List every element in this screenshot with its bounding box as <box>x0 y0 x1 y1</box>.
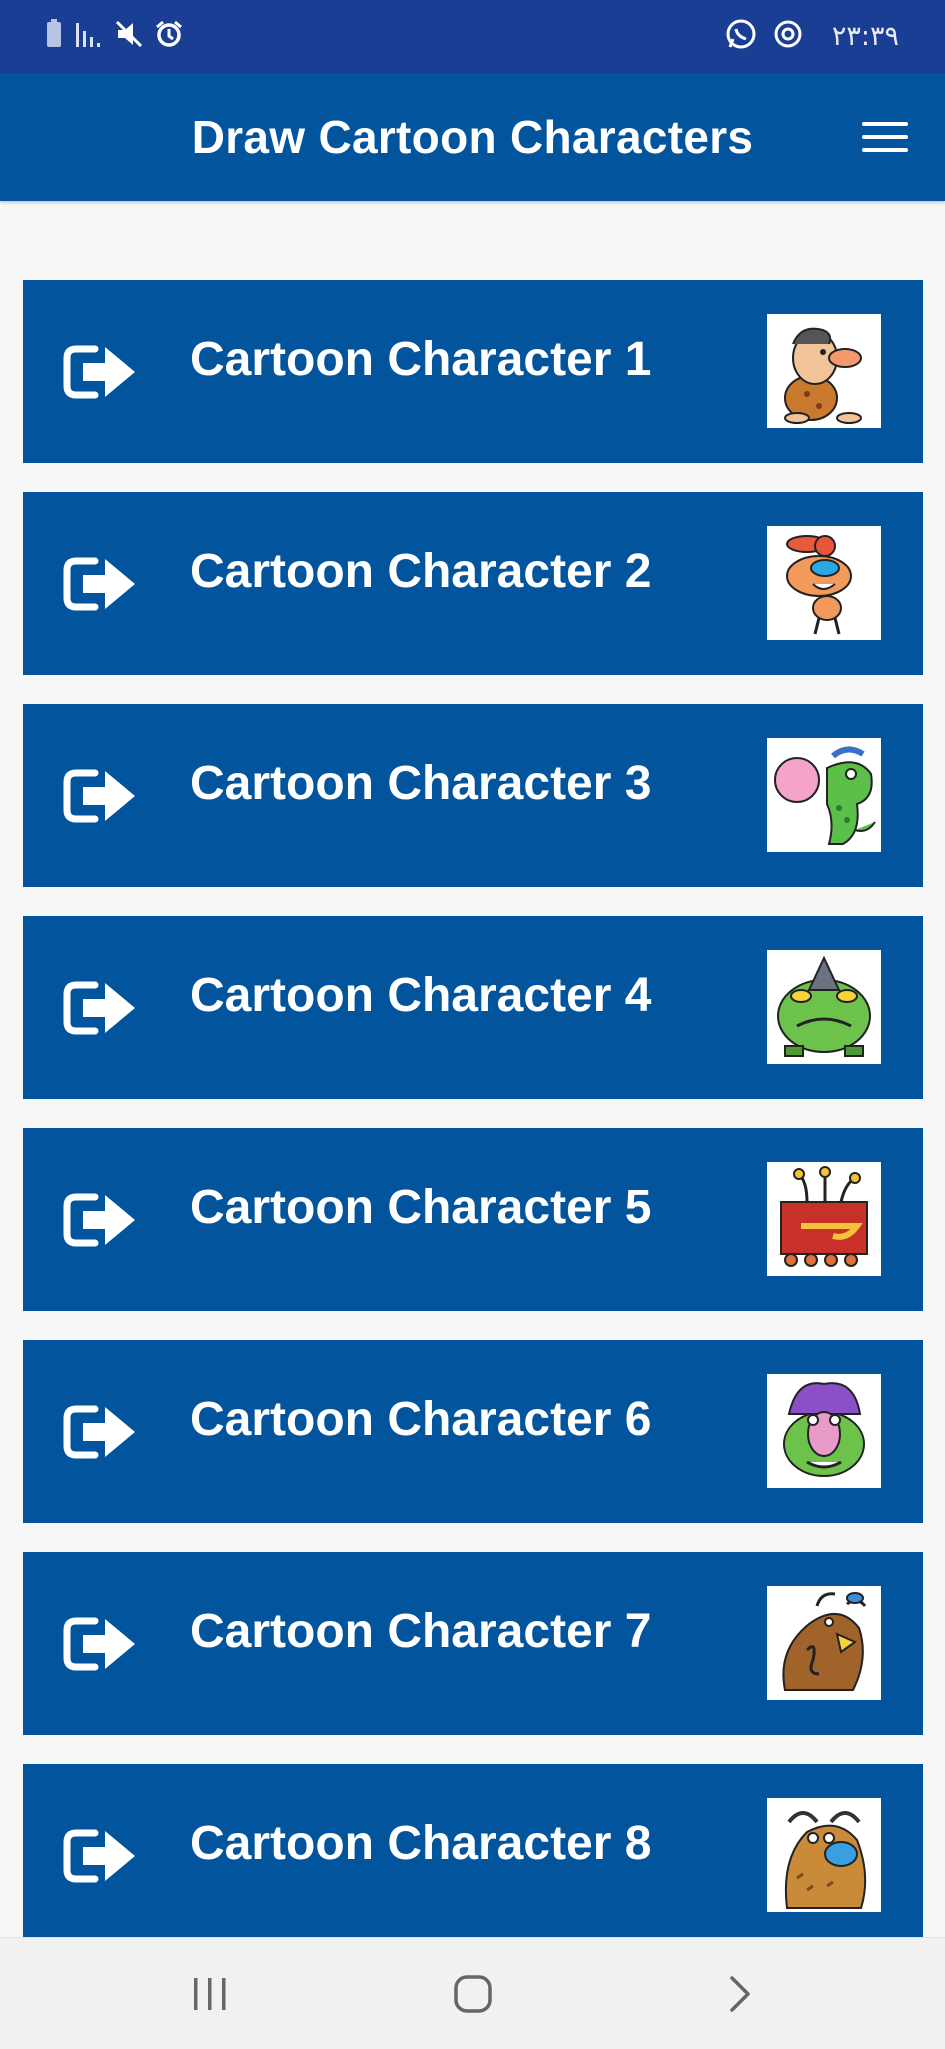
battery-icon <box>44 18 64 54</box>
exit-arrow-icon <box>63 981 135 1035</box>
character-list: Cartoon Character 1 Cartoon Character 2 <box>23 280 923 1976</box>
back-icon <box>730 1976 750 2012</box>
list-item-character-2[interactable]: Cartoon Character 2 <box>23 492 923 675</box>
sync-icon <box>772 18 804 55</box>
status-icons-right: ۲۳:۳۹ <box>724 18 899 54</box>
thumbnail-purple-hair-monster <box>767 1374 881 1488</box>
list-item-character-5[interactable]: Cartoon Character 5 <box>23 1128 923 1311</box>
list-item-character-1[interactable]: Cartoon Character 1 <box>23 280 923 463</box>
signal-icon <box>74 19 104 54</box>
item-label: Cartoon Character 4 <box>190 969 652 1022</box>
item-label: Cartoon Character 5 <box>190 1181 652 1234</box>
item-label: Cartoon Character 7 <box>190 1605 652 1658</box>
clock: ۲۳:۳۹ <box>831 20 899 52</box>
item-label: Cartoon Character 3 <box>190 757 652 810</box>
thumbnail-red-robot-monster <box>767 1162 881 1276</box>
mute-icon <box>114 19 144 54</box>
exit-arrow-icon <box>63 557 135 611</box>
thumbnail-cap-boy <box>767 526 881 640</box>
hamburger-menu-icon <box>862 122 908 152</box>
status-icons-left <box>44 18 184 54</box>
item-label: Cartoon Character 1 <box>190 333 652 386</box>
home-button[interactable] <box>443 1964 503 2024</box>
thumbnail-horned-furry-monster <box>767 1798 881 1912</box>
thumbnail-brown-bull-monster <box>767 1586 881 1700</box>
list-item-character-6[interactable]: Cartoon Character 6 <box>23 1340 923 1523</box>
thumbnail-green-dinosaur <box>767 738 881 852</box>
item-label: Cartoon Character 8 <box>190 1817 652 1870</box>
exit-arrow-icon <box>63 1617 135 1671</box>
list-item-character-8[interactable]: Cartoon Character 8 <box>23 1764 923 1947</box>
recent-apps-icon <box>194 1978 226 2010</box>
back-button[interactable] <box>709 1964 769 2024</box>
item-label: Cartoon Character 2 <box>190 545 652 598</box>
app-bar: Draw Cartoon Characters <box>0 73 945 201</box>
recent-apps-button[interactable] <box>180 1964 240 2024</box>
status-bar: ۲۳:۳۹ <box>0 0 945 73</box>
whatsapp-icon <box>724 17 758 56</box>
list-item-character-3[interactable]: Cartoon Character 3 <box>23 704 923 887</box>
exit-arrow-icon <box>63 769 135 823</box>
list-item-character-7[interactable]: Cartoon Character 7 <box>23 1552 923 1735</box>
item-label: Cartoon Character 6 <box>190 1393 652 1446</box>
home-icon <box>454 1975 492 2013</box>
exit-arrow-icon <box>63 1829 135 1883</box>
exit-arrow-icon <box>63 1405 135 1459</box>
exit-arrow-icon <box>63 345 135 399</box>
thumbnail-green-monster <box>767 950 881 1064</box>
exit-arrow-icon <box>63 1193 135 1247</box>
app-title: Draw Cartoon Characters <box>191 111 754 163</box>
alarm-icon <box>154 19 184 54</box>
system-nav-bar <box>0 1937 945 2049</box>
menu-button[interactable] <box>853 111 917 163</box>
thumbnail-caveman <box>767 314 881 428</box>
list-item-character-4[interactable]: Cartoon Character 4 <box>23 916 923 1099</box>
